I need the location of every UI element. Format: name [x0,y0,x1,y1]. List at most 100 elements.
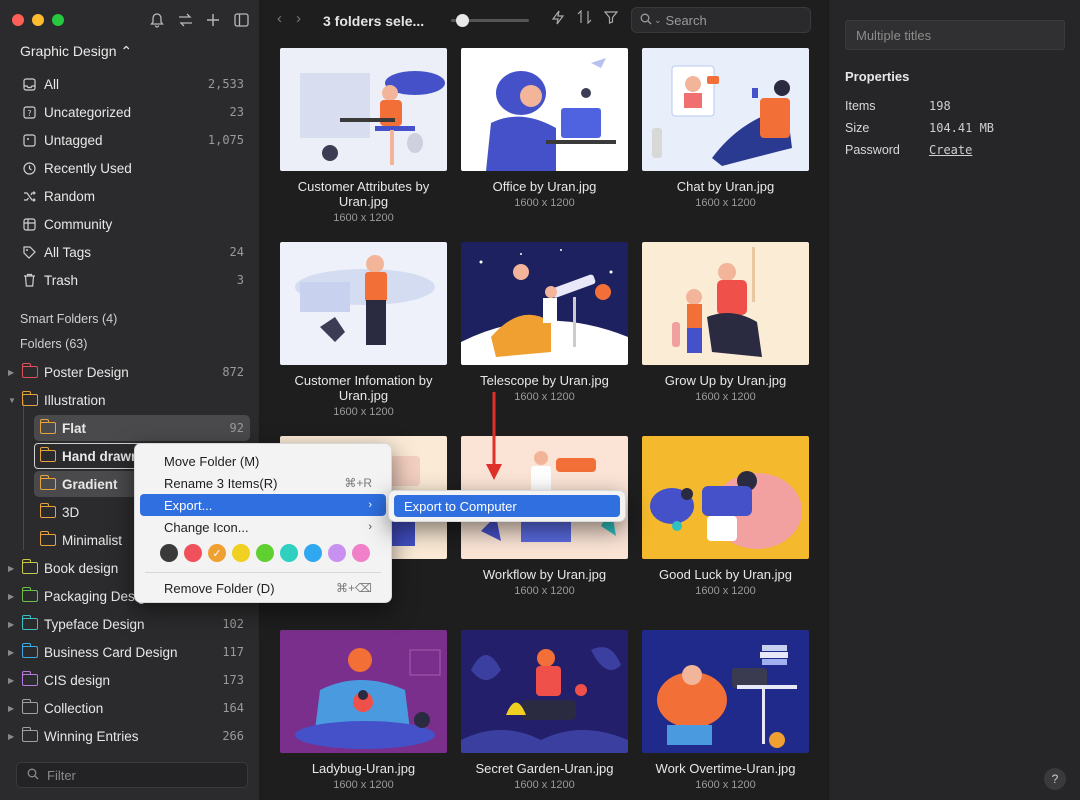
asset-card[interactable]: Chat by Uran.jpg 1600 x 1200 [642,48,809,209]
title-field[interactable]: Multiple titles [845,20,1065,50]
asset-thumbnail[interactable] [280,630,447,753]
lightning-icon[interactable] [551,10,565,29]
sidebar-toggle-icon[interactable] [232,10,250,30]
menu-label: Remove Folder (D) [164,580,275,596]
asset-card[interactable]: Grow Up by Uran.jpg 1600 x 1200 [642,242,809,403]
search-input[interactable] [665,12,796,28]
history-nav: ‹ › [277,10,301,27]
prop-key: Items [845,99,876,113]
chevron-right-icon[interactable]: ▶ [8,564,20,573]
folder-poster-design[interactable]: ▶ Poster Design 872 [0,358,260,386]
slider-knob[interactable] [456,14,469,27]
asset-thumbnail[interactable] [461,242,628,365]
menu-shortcut: ⌘+R [344,476,372,490]
close-window-button[interactable] [12,14,24,26]
folder-icon [39,531,56,546]
folder-icon [21,363,38,378]
nav-item-random[interactable]: Random [0,182,260,210]
nav-item-uncategorized[interactable]: ? Uncategorized 23 [0,98,260,126]
menu-export-to-computer[interactable]: Export to Computer [394,495,620,517]
asset-thumbnail[interactable] [461,48,628,171]
asset-thumbnail[interactable] [642,630,809,753]
folder-icon [21,391,38,406]
chevron-right-icon[interactable]: ▶ [8,676,20,685]
chevron-right-icon[interactable]: ▶ [8,620,20,629]
folder-illustration[interactable]: ▼ Illustration [0,386,260,414]
asset-card[interactable]: Ladybug-Uran.jpg 1600 x 1200 [280,630,447,791]
library-switcher[interactable]: Graphic Design ⌃ [20,43,132,60]
menu-separator [145,572,381,573]
asset-card[interactable]: Office by Uran.jpg 1600 x 1200 [461,48,628,209]
folder-typeface-design[interactable]: ▶ Typeface Design 102 [0,610,260,638]
menu-change-icon[interactable]: Change Icon... › [140,516,386,538]
color-swatch[interactable] [232,544,250,562]
nav-label: All [44,76,60,92]
asset-card[interactable]: Good Luck by Uran.jpg 1600 x 1200 [642,436,809,597]
color-swatch[interactable] [256,544,274,562]
color-swatch[interactable] [352,544,370,562]
forward-arrow-icon[interactable]: › [296,10,301,27]
chevron-right-icon[interactable]: ▶ [8,592,20,601]
plus-icon[interactable] [204,10,222,30]
folder-icon [39,447,56,462]
menu-move-folder[interactable]: Move Folder (M) [140,450,386,472]
chevron-down-icon[interactable]: ▼ [8,396,20,405]
asset-thumbnail[interactable] [280,242,447,365]
create-password-link[interactable]: Create [929,143,972,157]
asset-thumbnail[interactable] [642,242,809,365]
asset-card[interactable]: Customer Attributes by Uran.jpg 1600 x 1… [280,48,447,224]
asset-card[interactable]: Telescope by Uran.jpg 1600 x 1200 [461,242,628,403]
minimize-window-button[interactable] [32,14,44,26]
asset-card[interactable]: Customer Infomation by Uran.jpg 1600 x 1… [280,242,447,418]
color-swatch[interactable]: ✓ [208,544,226,562]
nav-count: 1,075 [207,133,244,147]
folder-collection[interactable]: ▶ Collection 164 [0,694,260,722]
nav-item-untagged[interactable]: Untagged 1,075 [0,126,260,154]
folder-cis-design[interactable]: ▶ CIS design 173 [0,666,260,694]
chevron-right-icon[interactable]: ▶ [8,648,20,657]
smart-folders-heading[interactable]: Smart Folders (4) [20,312,117,326]
color-swatch[interactable] [304,544,322,562]
color-swatch[interactable] [328,544,346,562]
filter-box [16,762,248,788]
asset-thumbnail[interactable] [461,630,628,753]
checkmark-icon: ✓ [212,547,222,560]
nav-item-recently-used[interactable]: Recently Used [0,154,260,182]
help-button[interactable]: ? [1044,768,1066,790]
asset-card[interactable]: Work Overtime-Uran.jpg 1600 x 1200 [642,630,809,791]
color-swatch[interactable] [280,544,298,562]
sync-icon[interactable] [176,10,194,30]
chevron-right-icon[interactable]: ▶ [8,704,20,713]
back-arrow-icon[interactable]: ‹ [277,10,282,27]
color-swatch[interactable] [160,544,178,562]
folders-heading[interactable]: Folders (63) [20,337,87,351]
folder-label: Business Card Design [44,644,178,660]
menu-export[interactable]: Export... › [140,494,386,516]
color-swatch[interactable] [184,544,202,562]
nav-item-trash[interactable]: Trash 3 [0,266,260,294]
chevron-right-icon[interactable]: ▶ [8,368,20,377]
nav-item-community[interactable]: Community [0,210,260,238]
thumbnail-size-slider[interactable] [451,14,529,27]
folder-business-card-design[interactable]: ▶ Business Card Design 117 [0,638,260,666]
asset-card[interactable]: Secret Garden-Uran.jpg 1600 x 1200 [461,630,628,791]
toolbar: ‹ › 3 folders sele... ⌄ [261,0,828,40]
asset-thumbnail[interactable] [642,436,809,559]
asset-thumbnail[interactable] [280,48,447,171]
filter-input[interactable] [47,767,237,783]
folder-flat[interactable]: Flat 92 [0,414,260,442]
chevron-down-icon[interactable]: ⌄ [654,15,662,26]
folder-label: Flat [62,420,87,436]
folder-label: Typeface Design [44,616,145,632]
chevron-right-icon[interactable]: ▶ [8,732,20,741]
asset-thumbnail[interactable] [642,48,809,171]
nav-item-all-tags[interactable]: All Tags 24 [0,238,260,266]
nav-item-all[interactable]: All 2,533 [0,70,260,98]
menu-remove-folder[interactable]: Remove Folder (D) ⌘+⌫ [140,577,386,599]
bell-icon[interactable] [148,10,166,30]
menu-rename[interactable]: Rename 3 Items(R) ⌘+R [140,472,386,494]
filter-funnel-icon[interactable] [603,10,619,29]
sort-icon[interactable] [577,9,592,29]
folder-winning-entries[interactable]: ▶ Winning Entries 266 [0,722,260,750]
zoom-window-button[interactable] [52,14,64,26]
